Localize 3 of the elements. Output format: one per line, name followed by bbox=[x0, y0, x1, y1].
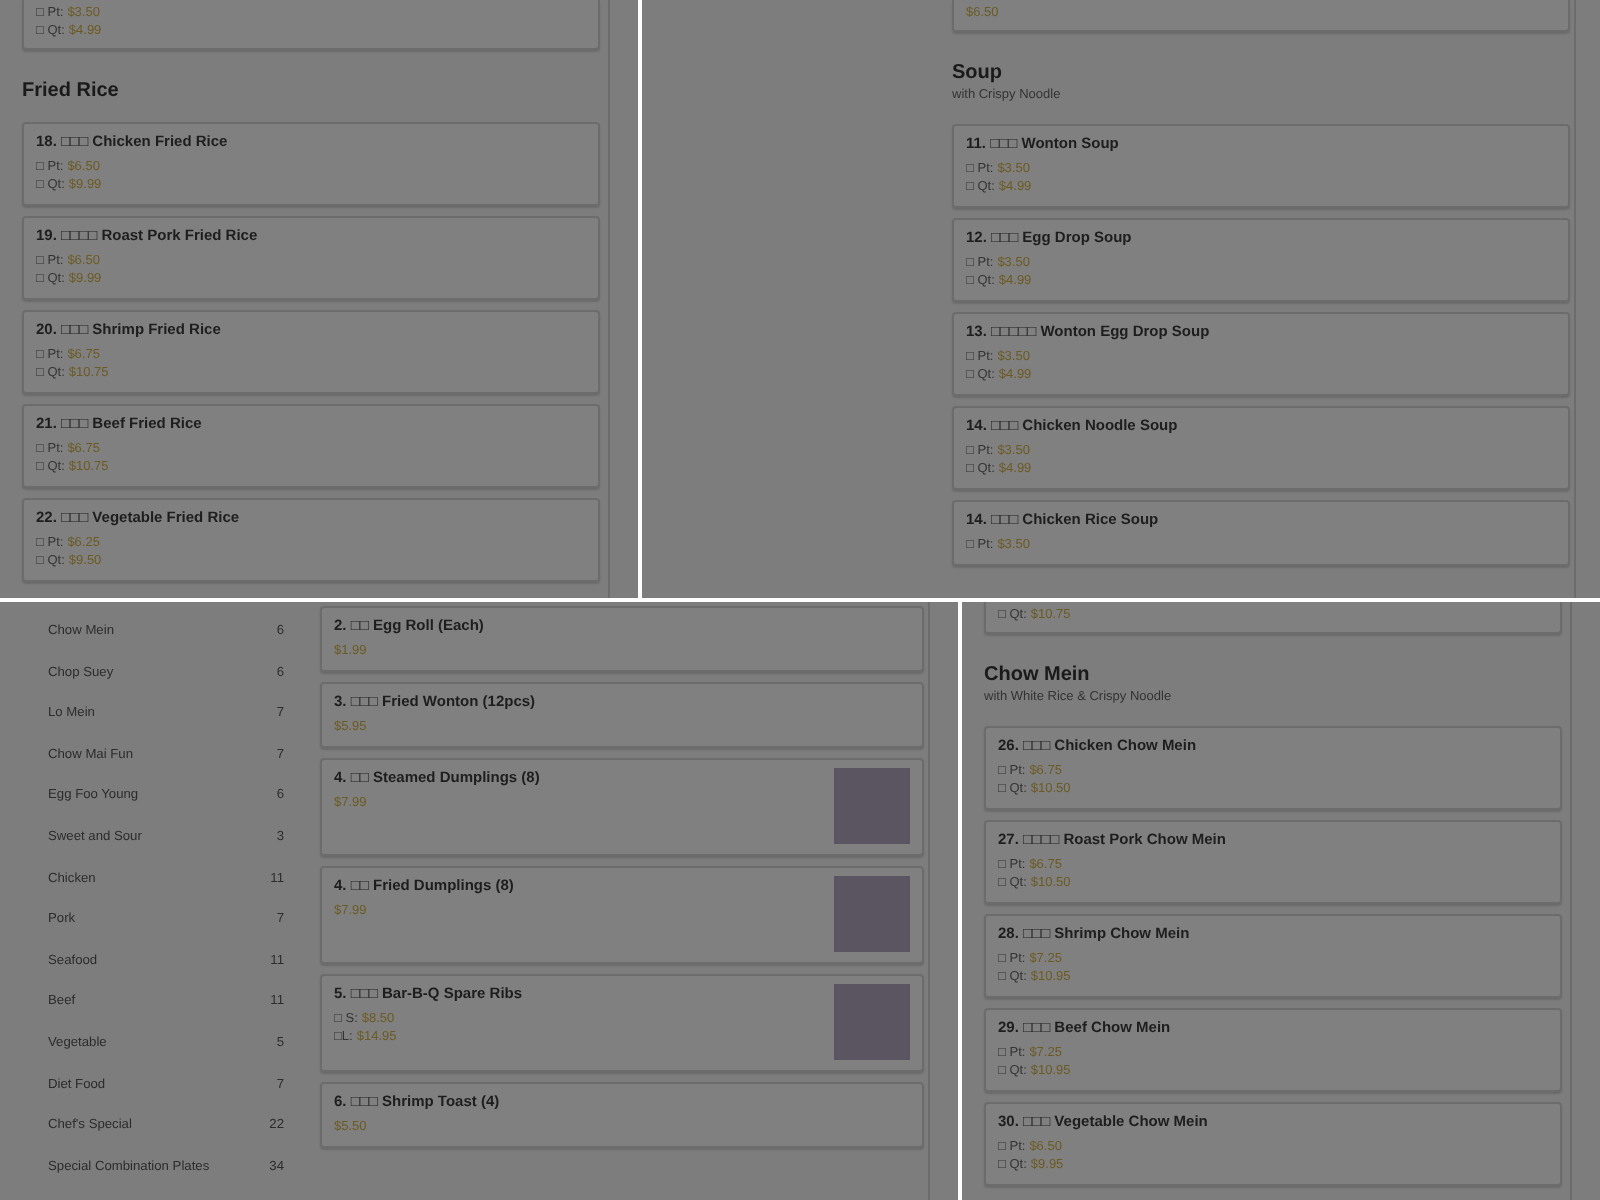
section-heading: Chow Mein bbox=[984, 662, 1092, 688]
section-heading: Fried Rice bbox=[22, 78, 121, 104]
section-heading: Soup bbox=[952, 60, 1004, 86]
